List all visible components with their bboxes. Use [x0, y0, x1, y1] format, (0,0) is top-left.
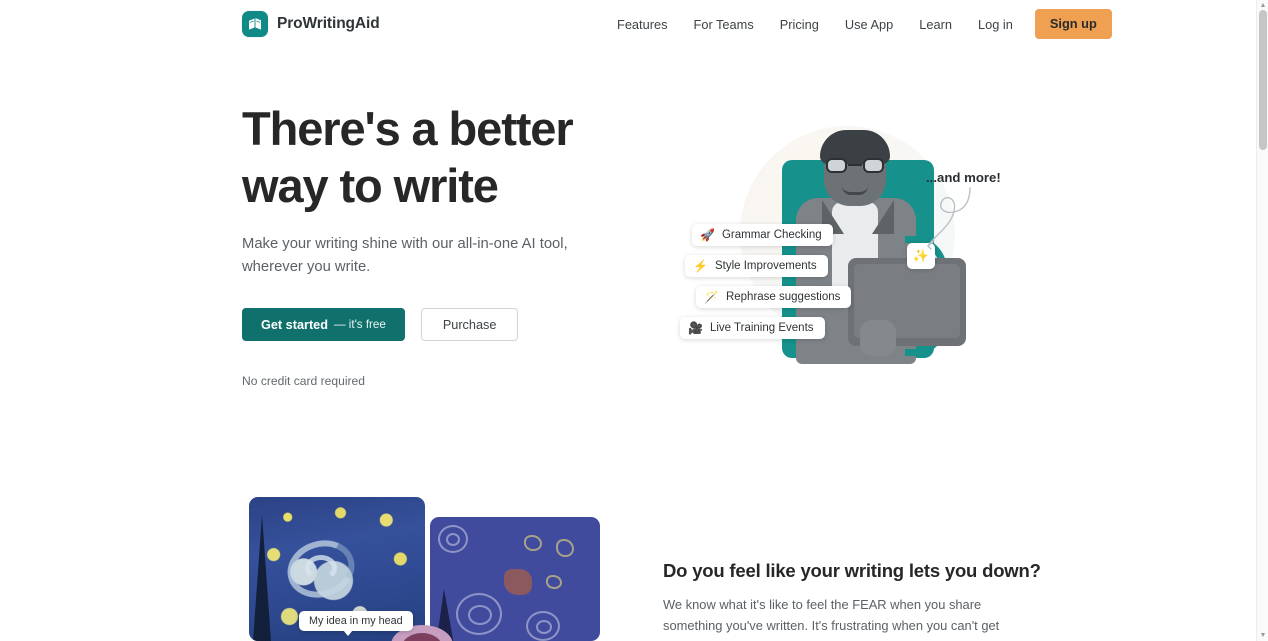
get-started-label: Get started — [261, 317, 328, 332]
feature-chip-grammar-checking[interactable]: 🚀 Grammar Checking — [692, 224, 833, 246]
feature-chip-rephrase-suggestions[interactable]: 🪄 Rephrase suggestions — [696, 286, 852, 308]
purchase-button[interactable]: Purchase — [420, 308, 519, 341]
lightning-icon: ⚡ — [693, 259, 708, 273]
hero-cta-row: Get started — it's free Purchase — [242, 308, 642, 341]
feature-chip-label: Rephrase suggestions — [725, 291, 841, 303]
and-more-annotation: ...and more! — [926, 170, 1001, 185]
feature-chip-label: Style Improvements — [714, 260, 817, 272]
feature-chip-style-improvements[interactable]: ⚡ Style Improvements — [685, 255, 828, 277]
main-nav: Features For Teams Pricing Use App Learn… — [604, 0, 1112, 48]
get-started-suffix: — it's free — [333, 318, 386, 331]
page-root: ProWritingAid Features For Teams Pricing… — [0, 0, 1268, 641]
flat-starry-night-drawing — [430, 517, 600, 641]
movie-camera-icon: 🎥 — [688, 321, 703, 335]
hero-title-line2: way to write — [242, 159, 499, 212]
feature-chip-label: Live Training Events — [709, 322, 814, 334]
hero-illustration: 🚀 Grammar Checking ⚡ Style Improvements … — [662, 108, 1007, 383]
brand-name: ProWritingAid — [277, 15, 380, 32]
sign-up-button[interactable]: Sign up — [1034, 9, 1112, 39]
page-title: There's a better way to write — [242, 100, 642, 214]
hero-copy: There's a better way to write Make your … — [242, 100, 642, 388]
curly-arrow-icon — [927, 187, 971, 250]
nav-features[interactable]: Features — [604, 17, 681, 32]
section2-copy: Do you feel like your writing lets you d… — [663, 560, 1041, 641]
person-collar-right — [872, 200, 894, 234]
section2-body: We know what it's like to feel the FEAR … — [663, 597, 1000, 641]
scrollbar-thumb[interactable] — [1259, 10, 1267, 150]
nav-pricing[interactable]: Pricing — [767, 17, 832, 32]
brand-logo[interactable]: ProWritingAid — [242, 11, 380, 37]
painting-swirl-inner — [305, 555, 337, 581]
section2-title: Do you feel like your writing lets you d… — [663, 560, 1041, 581]
scroll-down-arrow-icon[interactable]: ▼ — [1257, 630, 1268, 641]
person-glasses — [826, 158, 884, 173]
nav-learn[interactable]: Learn — [906, 17, 965, 32]
feature-chip-list: 🚀 Grammar Checking ⚡ Style Improvements … — [680, 224, 852, 348]
get-started-button[interactable]: Get started — it's free — [242, 308, 405, 341]
page-scrollbar[interactable]: ▲ ▼ — [1256, 0, 1268, 641]
nav-use-app[interactable]: Use App — [832, 17, 906, 32]
nav-log-in[interactable]: Log in — [965, 17, 1026, 32]
rocket-icon: 🚀 — [700, 228, 715, 242]
drawing-orange-blob — [504, 569, 532, 595]
feature-chip-label: Grammar Checking — [721, 229, 822, 241]
no-credit-card-note: No credit card required — [242, 374, 366, 388]
book-logo-icon — [242, 11, 268, 37]
magic-wand-icon: 🪄 — [704, 290, 719, 304]
person-hand — [860, 320, 896, 356]
hero-subtitle: Make your writing shine with our all-in-… — [242, 236, 568, 275]
nav-for-teams[interactable]: For Teams — [681, 17, 767, 32]
site-header: ProWritingAid Features For Teams Pricing… — [0, 0, 1256, 48]
painting-cypress — [253, 515, 271, 641]
feature-chip-live-training-events[interactable]: 🎥 Live Training Events — [680, 317, 825, 339]
idea-in-my-head-label: My idea in my head — [299, 611, 413, 636]
hero-title-line1: There's a better — [242, 102, 574, 155]
